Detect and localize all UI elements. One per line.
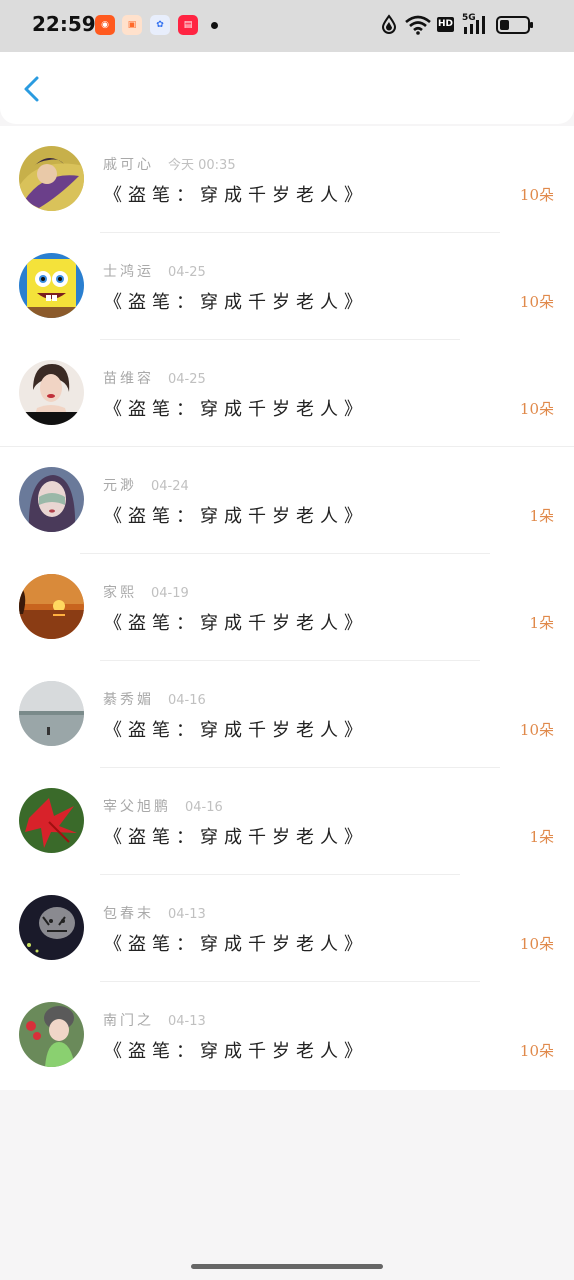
kuaishou-app-icon: ◉ <box>95 15 115 35</box>
flower-count: 10朵 <box>519 935 554 953</box>
send-date: 04-19 <box>151 586 189 601</box>
flower-count: 10朵 <box>519 721 554 739</box>
book-title: 《盗笔：穿成千岁老人》 <box>104 934 368 955</box>
flower-count: 10朵 <box>519 293 554 311</box>
list-item[interactable]: 宰父旭鹏 04-16 《盗笔：穿成千岁老人》 1朵 <box>0 768 574 875</box>
back-button[interactable] <box>14 72 48 106</box>
sender-name: 家熙 <box>103 585 137 601</box>
sender-name: 包春末 <box>103 906 154 922</box>
list-item[interactable]: 家熙 04-19 《盗笔：穿成千岁老人》 1朵 <box>0 554 574 661</box>
sender-name: 南门之 <box>103 1013 154 1029</box>
send-date: 04-25 <box>168 265 206 280</box>
flower-count: 10朵 <box>519 400 554 418</box>
signal-icon <box>464 16 485 34</box>
sender-meta: 苗维容 04-25 <box>103 368 206 388</box>
sender-meta: 戚可心 今天 00:35 <box>103 154 236 174</box>
list-item[interactable]: 元渺 04-24 《盗笔：穿成千岁老人》 1朵 <box>0 447 574 554</box>
book-title: 《盗笔：穿成千岁老人》 <box>104 827 368 848</box>
battery-icon <box>496 16 533 34</box>
book-title: 《盗笔：穿成千岁老人》 <box>104 399 368 420</box>
send-date: 04-13 <box>168 1014 206 1029</box>
list-item[interactable]: 南门之 04-13 《盗笔：穿成千岁老人》 10朵 <box>0 982 574 1089</box>
book-title: 《盗笔：穿成千岁老人》 <box>104 292 368 313</box>
list-item[interactable]: 戚可心 今天 00:35 《盗笔：穿成千岁老人》 10朵 <box>0 126 574 233</box>
hd-voice-badge: HD <box>437 17 454 32</box>
list-item[interactable]: 士鸿运 04-25 《盗笔：穿成千岁老人》 10朵 <box>0 233 574 340</box>
flower-count: 1朵 <box>529 614 554 632</box>
avatar <box>19 1002 84 1067</box>
data-saver-icon <box>382 14 396 34</box>
notification-dot <box>211 22 218 29</box>
send-date: 04-13 <box>168 907 206 922</box>
flower-count: 1朵 <box>529 507 554 525</box>
book-title: 《盗笔：穿成千岁老人》 <box>104 613 368 634</box>
nav-header <box>0 52 574 124</box>
list-item[interactable]: 苗维容 04-25 《盗笔：穿成千岁老人》 10朵 <box>0 340 574 447</box>
send-date: 04-25 <box>168 372 206 387</box>
sender-name: 戚可心 <box>103 157 154 173</box>
flower-count: 10朵 <box>519 186 554 204</box>
baidu-app-icon: ✿ <box>150 15 170 35</box>
send-date: 04-24 <box>151 479 189 494</box>
send-date: 今天 00:35 <box>168 158 236 173</box>
sender-name: 宰父旭鹏 <box>103 799 171 815</box>
avatar <box>19 146 84 211</box>
sender-meta: 包春末 04-13 <box>103 903 206 923</box>
book-title: 《盗笔：穿成千岁老人》 <box>104 1041 368 1062</box>
sender-name: 元渺 <box>103 478 137 494</box>
gift-record-list: 戚可心 今天 00:35 《盗笔：穿成千岁老人》 10朵 士鸿运 04-25 《盗笔… <box>0 126 574 1090</box>
home-indicator[interactable] <box>191 1264 383 1269</box>
game-app-icon: ▣ <box>122 15 142 35</box>
chevron-left-icon <box>24 76 39 102</box>
avatar <box>19 788 84 853</box>
status-time: 22:59 <box>32 12 96 36</box>
sender-meta: 南门之 04-13 <box>103 1010 206 1030</box>
sender-meta: 士鸿运 04-25 <box>103 261 206 281</box>
sender-meta: 家熙 04-19 <box>103 582 189 602</box>
flower-count: 10朵 <box>519 1042 554 1060</box>
avatar <box>19 360 84 425</box>
sender-name: 苗维容 <box>103 371 154 387</box>
avatar <box>19 253 84 318</box>
avatar <box>19 681 84 746</box>
book-title: 《盗笔：穿成千岁老人》 <box>104 506 368 527</box>
sender-meta: 宰父旭鹏 04-16 <box>103 796 223 816</box>
status-bar: 22:59 ◉ ▣ ✿ ▤ HD 5G <box>0 0 574 52</box>
xiaohongshu-app-icon: ▤ <box>178 15 198 35</box>
flower-count: 1朵 <box>529 828 554 846</box>
avatar <box>19 467 84 532</box>
avatar <box>19 895 84 960</box>
send-date: 04-16 <box>185 800 223 815</box>
sender-name: 士鸿运 <box>103 264 154 280</box>
book-title: 《盗笔：穿成千岁老人》 <box>104 185 368 206</box>
sender-meta: 元渺 04-24 <box>103 475 189 495</box>
book-title: 《盗笔：穿成千岁老人》 <box>104 720 368 741</box>
sender-meta: 綦秀媚 04-16 <box>103 689 206 709</box>
send-date: 04-16 <box>168 693 206 708</box>
avatar <box>19 574 84 639</box>
sender-name: 綦秀媚 <box>103 692 154 708</box>
list-item[interactable]: 包春末 04-13 《盗笔：穿成千岁老人》 10朵 <box>0 875 574 982</box>
list-item[interactable]: 綦秀媚 04-16 《盗笔：穿成千岁老人》 10朵 <box>0 661 574 768</box>
wifi-icon <box>405 15 431 35</box>
